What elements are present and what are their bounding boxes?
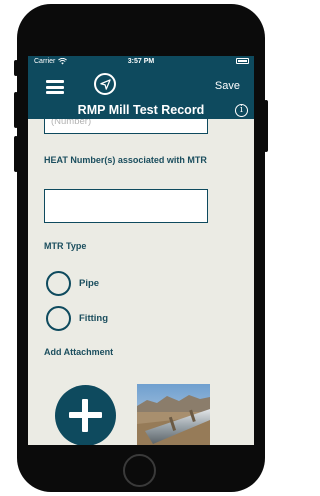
- pipeline-photo-thumbnail[interactable]: [137, 384, 210, 445]
- save-button[interactable]: Save: [215, 80, 240, 92]
- status-bar: Carrier 3:57 PM: [28, 56, 254, 70]
- info-icon[interactable]: i: [235, 104, 248, 117]
- location-arrow-glyph: [99, 78, 111, 90]
- number-placeholder: (Number): [51, 119, 92, 127]
- location-arrow-icon[interactable]: [94, 73, 116, 95]
- fitting-radio-circle[interactable]: [46, 306, 71, 331]
- plus-icon[interactable]: [55, 385, 116, 445]
- pipe-radio-circle[interactable]: [46, 271, 71, 296]
- clock: 3:57 PM: [127, 58, 155, 65]
- battery-icon: [236, 58, 249, 64]
- heat-number-field[interactable]: [44, 189, 208, 223]
- fitting-radio[interactable]: Fitting: [46, 306, 108, 331]
- pipe-radio[interactable]: Pipe: [46, 271, 99, 296]
- hamburger-menu-icon[interactable]: [46, 80, 64, 94]
- pipe-radio-label: Pipe: [79, 278, 100, 289]
- heat-number-label: HEAT Number(s) associated with MTR: [44, 155, 207, 165]
- toolbar: Save: [28, 70, 254, 102]
- form-content: (Number) HEAT Number(s) associated with …: [28, 119, 254, 445]
- home-button[interactable]: [123, 454, 156, 487]
- title-bar: RMP Mill Test Record i: [28, 102, 254, 119]
- fitting-radio-label: Fitting: [79, 313, 109, 324]
- page-title: RMP Mill Test Record: [77, 103, 205, 117]
- app-screen: Carrier 3:57 PM Save RMP Mill Test Recor…: [28, 56, 254, 445]
- number-field[interactable]: (Number): [44, 119, 208, 134]
- mtr-type-label: MTR Type: [44, 241, 87, 251]
- status-right-group: [236, 58, 249, 64]
- add-attachment-label: Add Attachment: [44, 347, 114, 357]
